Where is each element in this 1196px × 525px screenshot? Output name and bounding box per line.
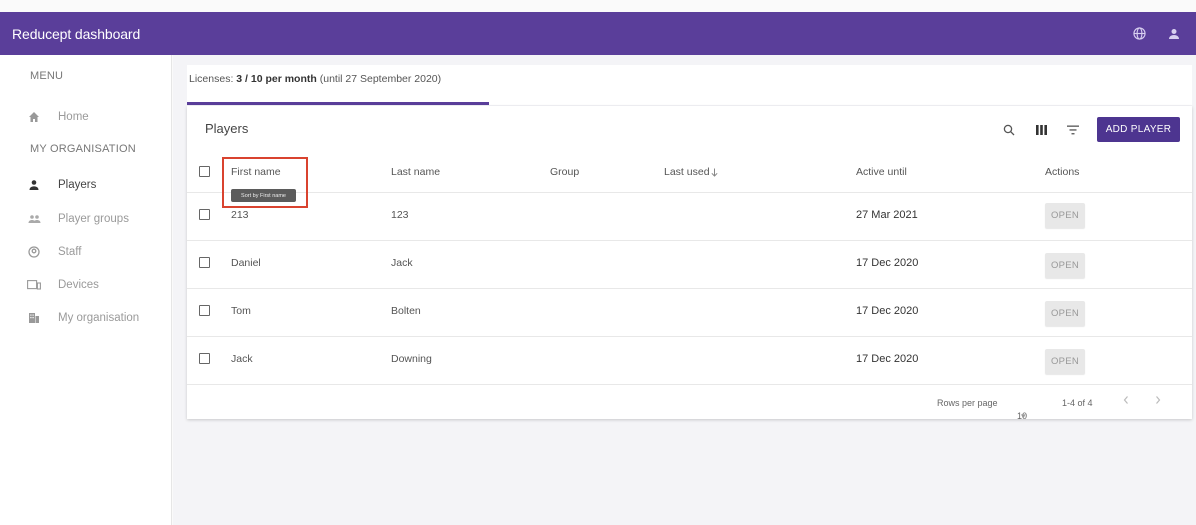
license-count: 3 / 10 per month <box>236 73 317 85</box>
columns-icon[interactable] <box>1029 118 1053 142</box>
sidebar-item-label: My organisation <box>58 312 140 324</box>
sidebar-item-label: Home <box>58 111 89 123</box>
open-button[interactable]: OPEN <box>1045 301 1085 326</box>
app-bar: Reducept dashboard <box>0 12 1196 55</box>
cell-last-name: Downing <box>391 353 432 365</box>
sidebar: MENU Home MY ORGANISATION Players Player… <box>0 55 172 525</box>
sidebar-item-label: Staff <box>58 246 82 258</box>
cell-active-until: 17 Dec 2020 <box>856 353 919 365</box>
column-last-used[interactable]: Last used <box>664 166 710 178</box>
column-active-until[interactable]: Active until <box>856 166 907 178</box>
previous-page-icon[interactable] <box>1122 395 1130 407</box>
table-pagination: Rows per page 10 ▾ 1-4 of 4 <box>187 384 1192 421</box>
tab-indicator <box>187 102 489 105</box>
table-row[interactable]: Jack Downing 17 Dec 2020 OPEN <box>187 336 1192 384</box>
column-actions: Actions <box>1045 166 1080 178</box>
cell-active-until: 17 Dec 2020 <box>856 305 919 317</box>
license-bar: Licenses: 3 / 10 per month (until 27 Sep… <box>187 65 1192 105</box>
row-checkbox[interactable] <box>199 353 210 364</box>
table-title: Players <box>205 121 249 136</box>
table-header: First name Last name Group Last used Act… <box>187 154 1192 192</box>
devices-icon <box>27 278 41 292</box>
cell-first-name: Daniel <box>231 257 261 269</box>
filter-icon[interactable] <box>1061 118 1085 142</box>
search-icon[interactable] <box>997 118 1021 142</box>
staff-icon <box>27 245 41 259</box>
column-last-name[interactable]: Last name <box>391 166 440 178</box>
rows-per-page-label: Rows per page <box>937 398 998 408</box>
dropdown-arrow-icon: ▾ <box>1021 411 1026 421</box>
group-icon <box>27 212 41 226</box>
table-row[interactable]: Tom Bolten 17 Dec 2020 OPEN <box>187 288 1192 336</box>
cell-first-name: 213 <box>231 209 249 221</box>
table-row[interactable]: Daniel Jack 17 Dec 2020 OPEN <box>187 240 1192 288</box>
row-checkbox[interactable] <box>199 305 210 316</box>
cell-active-until: 17 Dec 2020 <box>856 257 919 269</box>
sidebar-item-label: Devices <box>58 279 99 291</box>
row-checkbox[interactable] <box>199 257 210 268</box>
person-icon <box>27 178 41 192</box>
app-title: Reducept dashboard <box>12 25 141 42</box>
players-table-card: Players ADD PLAYER First name Last name … <box>187 106 1192 421</box>
row-checkbox[interactable] <box>199 209 210 220</box>
cell-last-name: Bolten <box>391 305 421 317</box>
column-group[interactable]: Group <box>550 166 579 178</box>
open-button[interactable]: OPEN <box>1045 203 1085 228</box>
pagination-range: 1-4 of 4 <box>1062 398 1093 408</box>
license-suffix: (until 27 September 2020) <box>316 73 442 85</box>
sidebar-item-label: Players <box>58 179 97 191</box>
license-prefix: Licenses: <box>189 73 237 85</box>
select-all-checkbox[interactable] <box>199 166 210 177</box>
cell-first-name: Tom <box>231 305 251 317</box>
cell-first-name: Jack <box>231 353 253 365</box>
org-section-label: MY ORGANISATION <box>30 143 136 155</box>
sidebar-item-my-organisation[interactable]: My organisation <box>0 306 172 330</box>
sidebar-item-home[interactable]: Home <box>0 105 172 129</box>
add-player-button[interactable]: ADD PLAYER <box>1097 117 1180 142</box>
open-button[interactable]: OPEN <box>1045 349 1085 374</box>
table-row[interactable]: 213 123 27 Mar 2021 OPEN <box>187 192 1192 240</box>
main-content: Licenses: 3 / 10 per month (until 27 Sep… <box>173 55 1196 525</box>
next-page-icon[interactable] <box>1154 395 1162 407</box>
building-icon <box>27 311 41 325</box>
sidebar-item-players[interactable]: Players <box>0 173 172 197</box>
table-toolbar: ADD PLAYER <box>997 117 1180 142</box>
sidebar-item-devices[interactable]: Devices <box>0 273 172 297</box>
sidebar-item-player-groups[interactable]: Player groups <box>0 207 172 231</box>
cell-last-name: 123 <box>391 209 409 221</box>
sort-tooltip: Sort by First name <box>231 189 296 202</box>
cell-last-name: Jack <box>391 257 413 269</box>
sidebar-item-label: Player groups <box>58 213 129 225</box>
sort-arrow-down-icon[interactable] <box>711 164 718 182</box>
home-icon <box>27 110 41 124</box>
license-text: Licenses: 3 / 10 per month (until 27 Sep… <box>189 73 441 85</box>
menu-section-label: MENU <box>30 70 64 82</box>
globe-icon[interactable] <box>1133 27 1146 40</box>
cell-active-until: 27 Mar 2021 <box>856 209 918 221</box>
open-button[interactable]: OPEN <box>1045 253 1085 278</box>
sidebar-item-staff[interactable]: Staff <box>0 240 172 264</box>
account-icon[interactable] <box>1168 28 1180 40</box>
